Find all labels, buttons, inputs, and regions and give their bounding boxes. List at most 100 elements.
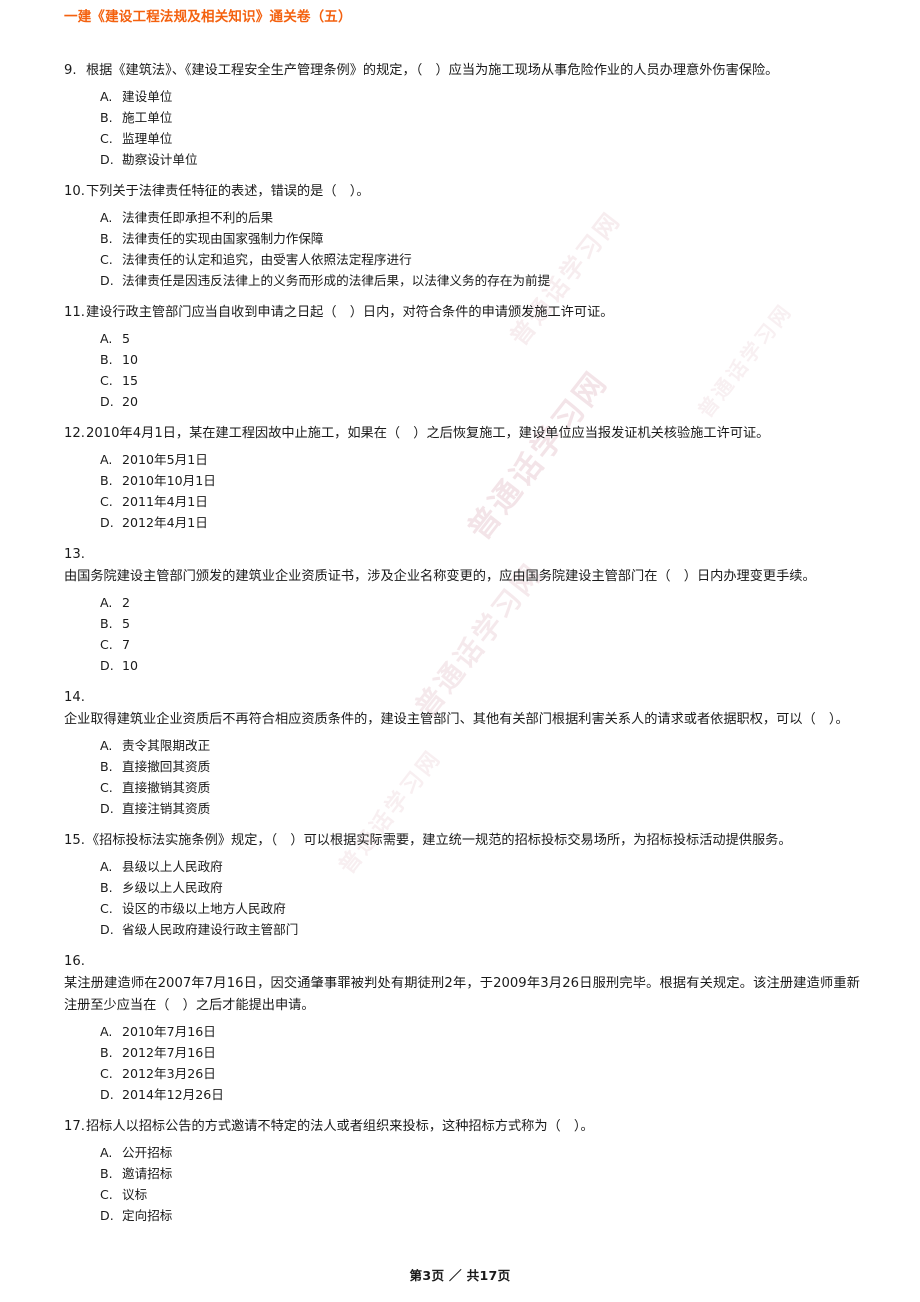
question-number: 12. (64, 426, 85, 441)
option-letter: B. (100, 473, 113, 488)
option-item[interactable]: A. 公开招标 (100, 1142, 860, 1163)
option-text: 邀请招标 (122, 1166, 173, 1181)
option-letter: B. (100, 616, 113, 631)
option-item[interactable]: B. 施工单位 (100, 107, 860, 128)
option-letter: B. (100, 352, 113, 367)
option-item[interactable]: B. 法律责任的实现由国家强制力作保障 (100, 228, 860, 249)
option-text: 设区的市级以上地方人民政府 (122, 901, 286, 916)
question-item: 13. 由国务院建设主管部门颁发的建筑业企业资质证书，涉及企业名称变更的，应由国务… (0, 544, 920, 676)
option-item[interactable]: D. 定向招标 (100, 1205, 860, 1226)
option-letter: A. (100, 859, 113, 874)
question-item: 10. 下列关于法律责任特征的表述，错误的是（ ）。 A. 法律责任即承担不利的后果 B… (0, 181, 920, 291)
option-text: 县级以上人民政府 (122, 859, 223, 874)
option-text: 建设单位 (122, 89, 173, 104)
option-item[interactable]: B. 5 (100, 613, 860, 634)
question-spacer (0, 1226, 920, 1237)
option-letter: C. (100, 373, 113, 388)
option-item[interactable]: A. 法律责任即承担不利的后果 (100, 207, 860, 228)
option-item[interactable]: A. 2 (100, 592, 860, 613)
option-item[interactable]: D. 2014年12月26日 (100, 1084, 860, 1105)
option-item[interactable]: A. 县级以上人民政府 (100, 856, 860, 877)
option-text: 2014年12月26日 (122, 1087, 224, 1102)
option-item[interactable]: B. 乡级以上人民政府 (100, 877, 860, 898)
question-number: 15. (64, 833, 85, 848)
option-text: 公开招标 (122, 1145, 173, 1160)
option-item[interactable]: D. 直接注销其资质 (100, 798, 860, 819)
option-text: 2010年5月1日 (122, 452, 208, 467)
option-item[interactable]: C. 15 (100, 370, 860, 391)
option-item[interactable]: C. 议标 (100, 1184, 860, 1205)
question-spacer (0, 170, 920, 181)
option-letter: A. (100, 89, 113, 104)
option-item[interactable]: C. 直接撤销其资质 (100, 777, 860, 798)
option-item[interactable]: C. 2011年4月1日 (100, 491, 860, 512)
question-stem: 由国务院建设主管部门颁发的建筑业企业资质证书，涉及企业名称变更的，应由国务院建设… (64, 569, 816, 584)
option-text: 省级人民政府建设行政主管部门 (122, 922, 299, 937)
option-item[interactable]: D. 法律责任是因违反法律上的义务而形成的法律后果，以法律义务的存在为前提 (100, 270, 860, 291)
option-letter: D. (100, 658, 114, 673)
question-stem: 招标人以招标公告的方式邀请不特定的法人或者组织来投标，这种招标方式称为（ ）。 (86, 1119, 594, 1134)
option-list: A. 2010年7月16日 B. 2012年7月16日 C. 2012年3月26日 D. 20… (64, 1021, 860, 1105)
option-item[interactable]: C. 监理单位 (100, 128, 860, 149)
question-number: 10. (64, 184, 85, 199)
option-item[interactable]: B. 邀请招标 (100, 1163, 860, 1184)
option-item[interactable]: C. 设区的市级以上地方人民政府 (100, 898, 860, 919)
option-item[interactable]: A. 建设单位 (100, 86, 860, 107)
option-item[interactable]: C. 7 (100, 634, 860, 655)
question-stem-line: 10. 下列关于法律责任特征的表述，错误的是（ ）。 (64, 181, 860, 203)
option-item[interactable]: B. 2012年7月16日 (100, 1042, 860, 1063)
option-item[interactable]: B. 10 (100, 349, 860, 370)
option-text: 5 (122, 331, 131, 346)
option-letter: D. (100, 801, 114, 816)
option-item[interactable]: A. 责令其限期改正 (100, 735, 860, 756)
option-text: 法律责任是因违反法律上的义务而形成的法律后果，以法律义务的存在为前提 (122, 273, 551, 288)
option-text: 直接注销其资质 (122, 801, 211, 816)
option-text: 2010年7月16日 (122, 1024, 216, 1039)
option-item[interactable]: A. 5 (100, 328, 860, 349)
question-number: 14. (64, 690, 85, 705)
option-item[interactable]: D. 2012年4月1日 (100, 512, 860, 533)
question-stem-line: 17. 招标人以招标公告的方式邀请不特定的法人或者组织来投标，这种招标方式称为（ … (64, 1116, 860, 1138)
option-item[interactable]: D. 10 (100, 655, 860, 676)
option-item[interactable]: D. 勘察设计单位 (100, 149, 860, 170)
question-item: 17. 招标人以招标公告的方式邀请不特定的法人或者组织来投标，这种招标方式称为（ … (0, 1116, 920, 1226)
question-number: 13. (64, 547, 85, 562)
option-text: 2012年4月1日 (122, 515, 208, 530)
question-stem-line: 15. 《招标投标法实施条例》规定，（ ）可以根据实际需要，建立统一规范的招标投标… (64, 830, 860, 852)
option-text: 施工单位 (122, 110, 173, 125)
option-letter: B. (100, 880, 113, 895)
question-stem-line: 11. 建设行政主管部门应当自收到申请之日起（ ）日内，对符合条件的申请颁发施工许… (64, 302, 860, 324)
option-item[interactable]: C. 法律责任的认定和追究，由受害人依照法定程序进行 (100, 249, 860, 270)
question-spacer (0, 291, 920, 302)
option-letter: C. (100, 252, 113, 267)
option-text: 2012年3月26日 (122, 1066, 216, 1081)
option-letter: B. (100, 1166, 113, 1181)
option-list: A. 2 B. 5 C. 7 D. 10 (64, 592, 860, 676)
option-item[interactable]: D. 省级人民政府建设行政主管部门 (100, 919, 860, 940)
question-stem-line: 9. 根据《建筑法》、《建设工程安全生产管理条例》的规定，（ ）应当为施工现场从事… (64, 60, 860, 82)
option-item[interactable]: C. 2012年3月26日 (100, 1063, 860, 1084)
option-letter: C. (100, 901, 113, 916)
question-stem: 2010年4月1日，某在建工程因故中止施工，如果在（ ）之后恢复施工，建设单位应… (86, 426, 770, 441)
option-letter: C. (100, 494, 113, 509)
option-list: A. 2010年5月1日 B. 2010年10月1日 C. 2011年4月1日 D. 2012… (64, 449, 860, 533)
option-letter: C. (100, 131, 113, 146)
question-item: 12. 2010年4月1日，某在建工程因故中止施工，如果在（ ）之后恢复施工，建设… (0, 423, 920, 533)
option-list: A. 责令其限期改正 B. 直接撤回其资质 C. 直接撤销其资质 D. 直接注销其资质 (64, 735, 860, 819)
question-number: 17. (64, 1119, 85, 1134)
option-list: A. 县级以上人民政府 B. 乡级以上人民政府 C. 设区的市级以上地方人民政府 D. 省级人… (64, 856, 860, 940)
document-header-title: 一建《建设工程法规及相关知识》通关卷（五） (64, 9, 352, 25)
option-letter: B. (100, 1045, 113, 1060)
page-footer: 第3页 ／ 共17页 (409, 1268, 511, 1283)
option-text: 10 (122, 658, 139, 673)
option-letter: B. (100, 110, 113, 125)
question-number: 11. (64, 305, 85, 320)
option-item[interactable]: B. 2010年10月1日 (100, 470, 860, 491)
option-item[interactable]: D. 20 (100, 391, 860, 412)
option-item[interactable]: B. 直接撤回其资质 (100, 756, 860, 777)
option-item[interactable]: A. 2010年7月16日 (100, 1021, 860, 1042)
option-letter: B. (100, 759, 113, 774)
option-item[interactable]: A. 2010年5月1日 (100, 449, 860, 470)
option-text: 监理单位 (122, 131, 173, 146)
question-stem: 根据《建筑法》、《建设工程安全生产管理条例》的规定，（ ）应当为施工现场从事危险… (86, 63, 779, 78)
